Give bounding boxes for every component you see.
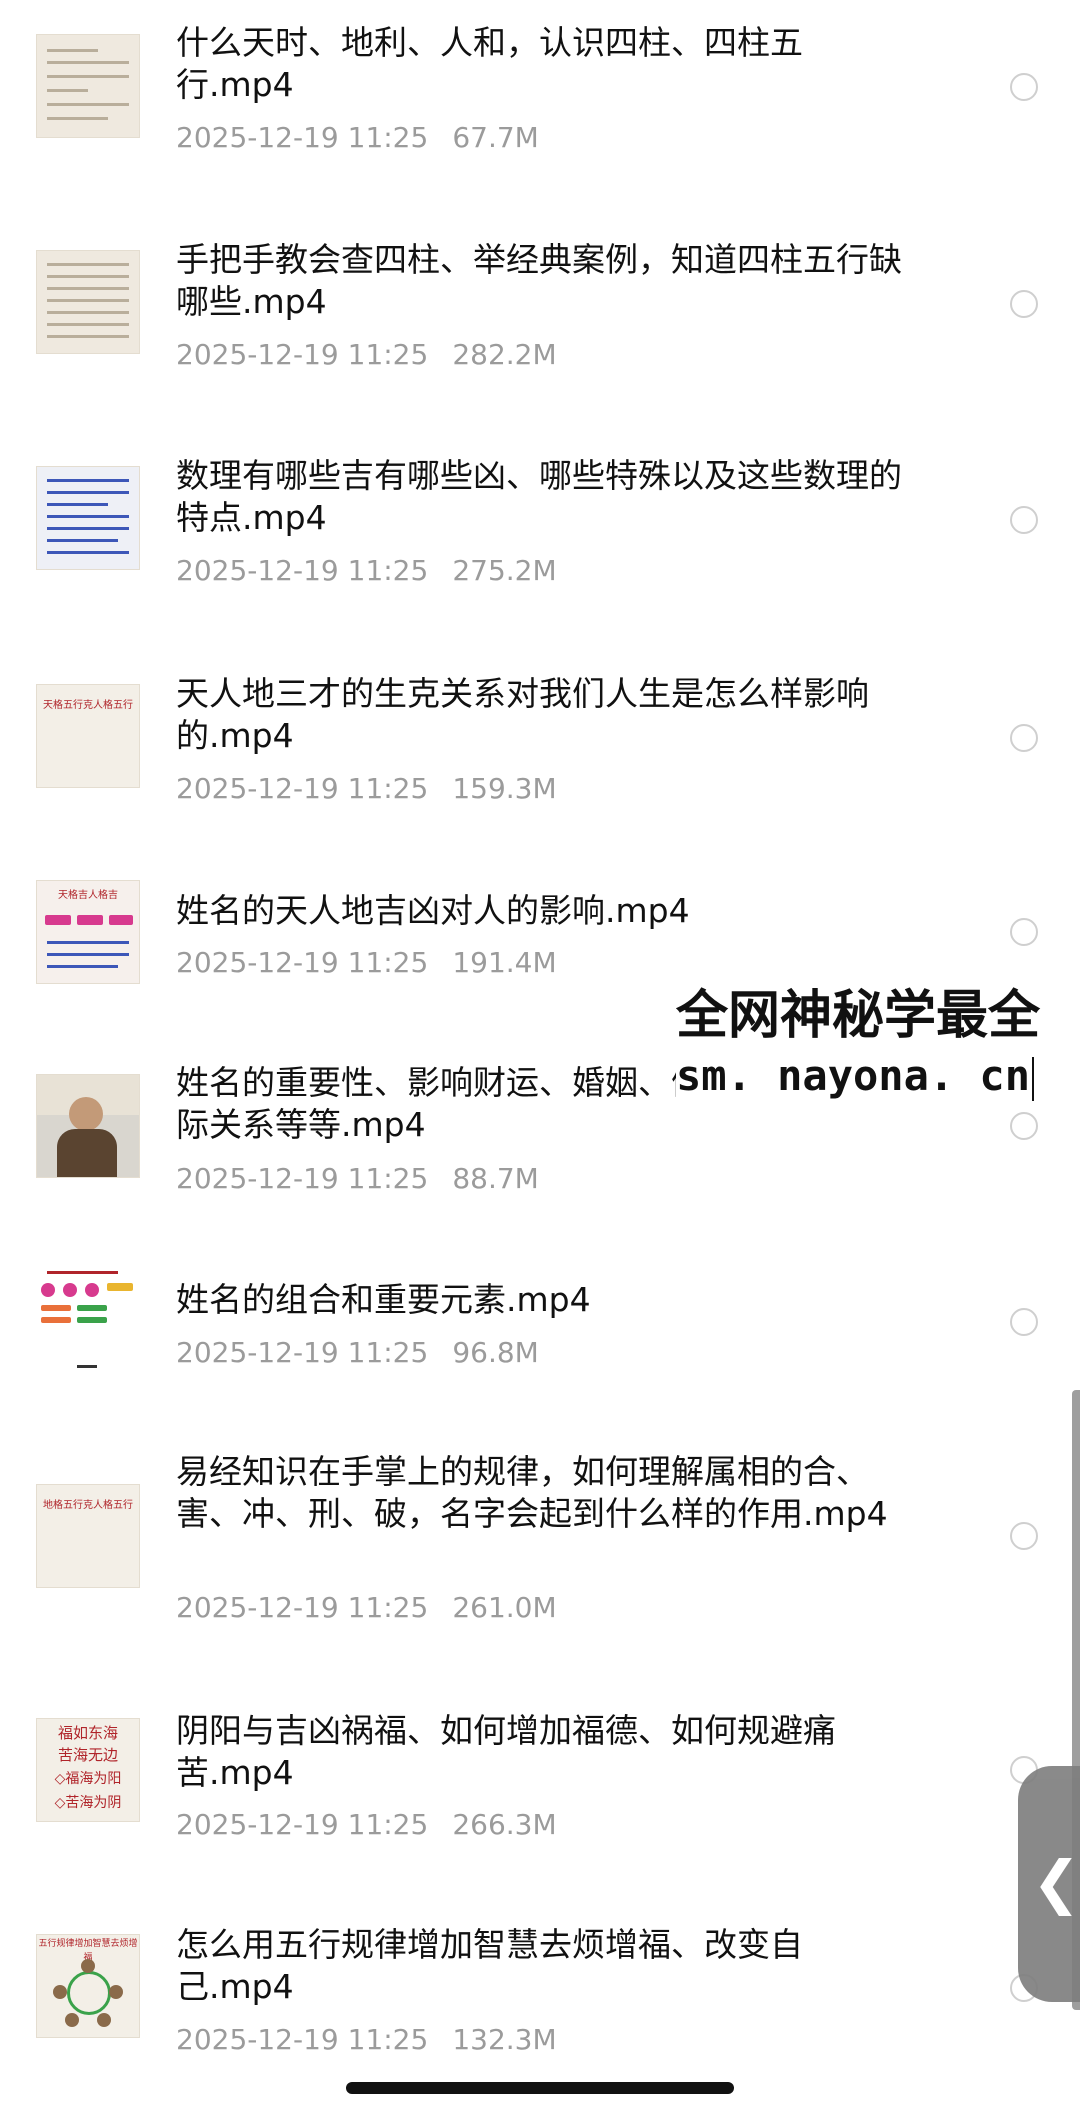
video-thumbnail: 地格五行克人格五行 [36, 1484, 140, 1588]
file-size: 261.0M [452, 1591, 557, 1624]
select-radio[interactable] [1010, 918, 1038, 946]
file-size: 67.7M [452, 121, 539, 154]
video-thumbnail [36, 1268, 140, 1372]
file-size: 96.8M [452, 1336, 539, 1369]
video-thumbnail [36, 34, 140, 138]
watermark-url: sm. nayona. cn [676, 1048, 1080, 1104]
select-radio[interactable] [1010, 506, 1038, 534]
select-radio[interactable] [1010, 1112, 1038, 1140]
file-date: 2025-12-19 11:25 [176, 1808, 429, 1841]
watermark-text: 全网神秘学最全 [676, 986, 1080, 1046]
file-date: 2025-12-19 11:25 [176, 772, 429, 805]
file-title: 阴阳与吉凶祸福、如何增加福德、如何规避痛苦.mp4 [176, 1711, 836, 1792]
file-meta: 2025-12-19 11:25 282.2M [176, 338, 557, 372]
file-meta: 2025-12-19 11:25 132.3M [176, 2023, 557, 2057]
file-title: 天人地三才的生克关系对我们人生是怎么样影响的.mp4 [176, 674, 869, 755]
video-thumbnail: 五行规律增加智慧去烦增福 [36, 1934, 140, 2038]
file-date: 2025-12-19 11:25 [176, 2023, 429, 2056]
file-date: 2025-12-19 11:25 [176, 338, 429, 371]
file-size: 191.4M [452, 946, 557, 979]
select-radio[interactable] [1010, 290, 1038, 318]
file-title: 什么天时、地利、人和，认识四柱、四柱五行.mp4 [176, 23, 803, 104]
side-panel-handle[interactable]: ❮ [1018, 1766, 1080, 2002]
video-thumbnail [36, 1074, 140, 1178]
select-radio[interactable] [1010, 73, 1038, 101]
file-title: 手把手教会查四柱、举经典案例，知道四柱五行缺哪些.mp4 [176, 240, 902, 321]
video-thumbnail: 天格吉人格吉 [36, 880, 140, 984]
file-date: 2025-12-19 11:25 [176, 121, 429, 154]
select-radio[interactable] [1010, 1522, 1038, 1550]
file-size: 88.7M [452, 1162, 539, 1195]
file-size: 266.3M [452, 1808, 557, 1841]
file-title: 数理有哪些吉有哪些凶、哪些特殊以及这些数理的特点.mp4 [176, 456, 902, 537]
file-date: 2025-12-19 11:25 [176, 554, 429, 587]
video-thumbnail: 福如东海 苦海无边 ◇福海为阳 ◇苦海为阴 [36, 1718, 140, 1822]
file-date: 2025-12-19 11:25 [176, 1162, 429, 1195]
file-meta: 2025-12-19 11:25 88.7M [176, 1162, 539, 1196]
chevron-left-icon: ❮ [1032, 1848, 1080, 1916]
video-thumbnail [36, 466, 140, 570]
file-size: 132.3M [452, 2023, 557, 2056]
file-date: 2025-12-19 11:25 [176, 946, 429, 979]
file-meta: 2025-12-19 11:25 96.8M [176, 1336, 539, 1370]
file-size: 282.2M [452, 338, 557, 371]
file-meta: 2025-12-19 11:25 159.3M [176, 772, 557, 806]
text-cursor [1032, 1056, 1035, 1101]
file-size: 275.2M [452, 554, 557, 587]
file-meta: 2025-12-19 11:25 67.7M [176, 121, 539, 155]
file-title: 姓名的天人地吉凶对人的影响.mp4 [176, 891, 690, 930]
home-indicator[interactable] [346, 2082, 734, 2094]
file-date: 2025-12-19 11:25 [176, 1591, 429, 1624]
select-radio[interactable] [1010, 724, 1038, 752]
file-meta: 2025-12-19 11:25 266.3M [176, 1808, 557, 1842]
file-title: 怎么用五行规律增加智慧去烦增福、改变自己.mp4 [176, 1925, 803, 2006]
file-date: 2025-12-19 11:25 [176, 1336, 429, 1369]
file-meta: 2025-12-19 11:25 191.4M [176, 946, 557, 980]
video-thumbnail [36, 250, 140, 354]
file-size: 159.3M [452, 772, 557, 805]
file-meta: 2025-12-19 11:25 261.0M [176, 1591, 557, 1625]
select-radio[interactable] [1010, 1308, 1038, 1336]
file-title: 姓名的组合和重要元素.mp4 [176, 1280, 591, 1319]
file-meta: 2025-12-19 11:25 275.2M [176, 554, 557, 588]
video-thumbnail: 天格五行克人格五行 [36, 684, 140, 788]
file-title: 易经知识在手掌上的规律，如何理解属相的合、害、冲、刑、破，名字会起到什么样的作用… [176, 1452, 888, 1533]
watermark-url-text: sm. nayona. cn [676, 1051, 1031, 1100]
